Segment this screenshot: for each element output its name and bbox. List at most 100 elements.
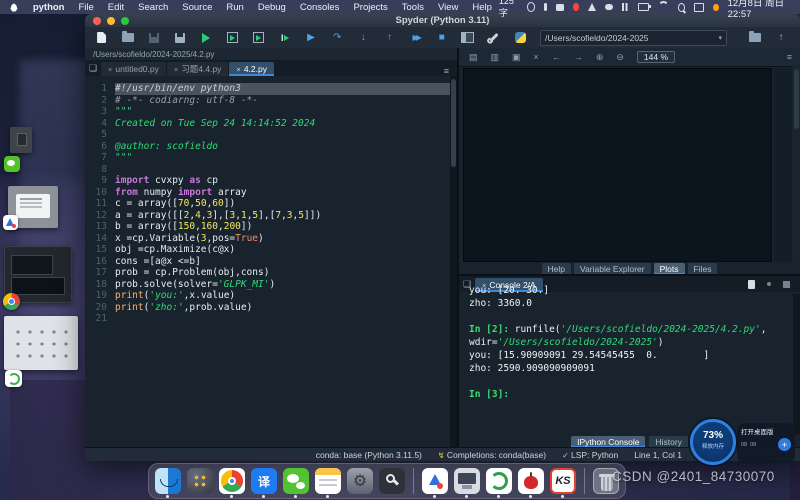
working-directory-select[interactable]: /Users/scofieldo/2024-2025 ▾ — [540, 30, 727, 46]
window-thumbnail-grid[interactable] — [4, 316, 78, 370]
dock-chrome-icon[interactable] — [219, 468, 245, 494]
open-desktop-label[interactable]: 打开桌面版 — [741, 426, 791, 436]
code-line[interactable]: 8 — [85, 164, 450, 176]
code-line[interactable]: 18prob.solve(solver='GLPK_MI') — [85, 279, 450, 291]
code-line[interactable]: 19print('you:',x.value) — [85, 290, 450, 302]
dock-passwords-icon[interactable] — [379, 468, 405, 494]
dock-preview-app-icon[interactable] — [454, 468, 480, 494]
code-line[interactable]: 4Created on Tue Sep 24 14:14:52 2024 — [85, 118, 450, 130]
run-cell-advance-button[interactable] — [252, 31, 265, 45]
csdn-floating-panel[interactable]: 打开桌面版 08 08 + — [737, 423, 795, 463]
code-line[interactable]: 10from numpy import array — [85, 187, 450, 199]
dock-notes-icon[interactable] — [315, 468, 341, 494]
browse-directory-button[interactable] — [748, 31, 762, 45]
dock-apple-app-icon[interactable] — [518, 468, 544, 494]
code-line[interactable]: 7""" — [85, 152, 450, 164]
console-scrollbar[interactable] — [793, 294, 800, 435]
dock-ring-app-icon[interactable] — [486, 468, 512, 494]
dock-system-settings-icon[interactable]: ⚙ — [347, 468, 373, 494]
display-icon[interactable] — [694, 3, 704, 12]
new-file-button[interactable] — [95, 31, 108, 45]
editor-scrollbar[interactable] — [450, 76, 457, 448]
memory-cleaner-widget[interactable]: 73% 释放内存 — [690, 419, 736, 465]
menu-clock[interactable]: 12月8日 周日 22:57 — [728, 0, 792, 20]
continue-button[interactable]: ▶▶ — [409, 31, 422, 45]
screen-mirroring-icon[interactable] — [527, 2, 535, 12]
code-line[interactable]: 17prob = cp.Problem(obj,cons) — [85, 267, 450, 279]
tab-options-menu-icon[interactable]: ≡ — [444, 66, 457, 76]
tab-习题4.4.py[interactable]: ×习题4.4.py — [167, 62, 229, 76]
previous-plot-icon[interactable]: ← — [552, 52, 561, 62]
step-over-button[interactable]: ↷ — [331, 31, 344, 45]
completions-status[interactable]: Completions: conda(base) — [447, 450, 546, 460]
browse-tabs-icon[interactable]: ❏ — [85, 60, 101, 76]
python-env-button[interactable] — [514, 31, 527, 45]
tab-4.2.py[interactable]: ×4.2.py — [229, 62, 274, 76]
vpn-app-icon[interactable] — [588, 3, 596, 11]
code-line[interactable]: 3""" — [85, 106, 450, 118]
code-line[interactable]: 11c = array([70,50,60]) — [85, 198, 450, 210]
spotlight-icon[interactable] — [678, 3, 685, 12]
run-selection-button[interactable]: I — [278, 31, 291, 45]
code-editor[interactable]: 1#!/usr/bin/env python32# -*- codiarng: … — [85, 76, 450, 448]
wifi-icon[interactable] — [658, 1, 669, 13]
step-out-button[interactable]: ↑ — [383, 31, 396, 45]
console-tab-ipython-console[interactable]: IPython Console — [571, 436, 645, 448]
menu-consoles[interactable]: Consoles — [293, 2, 347, 13]
close-tab-icon[interactable]: × — [108, 65, 112, 74]
code-line[interactable]: 2# -*- codiarng: utf-8 -*- — [85, 95, 450, 107]
keyboard-icon[interactable] — [556, 4, 564, 11]
console-tab-history[interactable]: History — [649, 436, 687, 448]
plots-scrollbar[interactable] — [793, 66, 800, 262]
menu-python[interactable]: python — [26, 2, 72, 13]
dock-wechat-icon[interactable] — [283, 468, 309, 494]
cloud-icon[interactable] — [605, 4, 614, 10]
battery-icon[interactable] — [638, 3, 649, 11]
preferences-wrench-button[interactable] — [488, 31, 501, 45]
menu-run[interactable]: Run — [219, 2, 250, 13]
remove-plot-icon[interactable]: × — [534, 52, 539, 62]
parent-directory-button[interactable]: ↑ — [774, 31, 788, 45]
stage-manager-icon[interactable] — [622, 3, 629, 11]
copy-plot-icon[interactable]: ▣ — [512, 52, 521, 63]
code-line[interactable]: 5 — [85, 129, 450, 141]
save-plot-icon[interactable]: ▤ — [469, 52, 478, 63]
dock-finder-icon[interactable] — [155, 468, 181, 494]
code-line[interactable]: 15obj =cp.Maximize(c@x) — [85, 244, 450, 256]
conda-env-status[interactable]: conda: base (Python 3.11.5) — [316, 450, 422, 460]
microphone-icon[interactable] — [544, 3, 547, 11]
menu-file[interactable]: File — [71, 2, 100, 13]
record-indicator-icon[interactable] — [573, 3, 579, 11]
save-all-plots-icon[interactable]: ▥ — [491, 52, 500, 63]
dock-kuaishou-icon[interactable]: KS — [550, 468, 576, 494]
next-plot-icon[interactable]: → — [574, 52, 583, 62]
code-line[interactable]: 13b = array([150,160,200]) — [85, 221, 450, 233]
menu-tools[interactable]: Tools — [395, 2, 431, 13]
menu-search[interactable]: Search — [131, 2, 175, 13]
code-line[interactable]: 16cons =[a@x <=b] — [85, 256, 450, 268]
close-tab-icon[interactable]: × — [174, 65, 178, 74]
apple-menu-icon[interactable] — [10, 3, 18, 12]
dock-knot-app-icon[interactable] — [422, 468, 448, 494]
code-line[interactable]: 20print('zho:',prob.value) — [85, 302, 450, 314]
window-thumbnail-wechat[interactable] — [10, 127, 32, 153]
save-button[interactable] — [147, 31, 160, 45]
save-all-button[interactable] — [174, 31, 187, 45]
console-output[interactable]: you: [20. 30.]zho: 3360.0 In [2]: runfil… — [459, 278, 793, 435]
menu-source[interactable]: Source — [175, 2, 219, 13]
code-line[interactable]: 12a = array([[2,4,3],[3,1,5],[7,3,5]]) — [85, 210, 450, 222]
code-line[interactable]: 14x =cp.Variable(3,pos=True) — [85, 233, 450, 245]
menu-view[interactable]: View — [431, 2, 465, 13]
dock-translate-icon[interactable]: 译 — [251, 468, 277, 494]
code-line[interactable]: 21 — [85, 313, 450, 325]
dock-launchpad-icon[interactable] — [187, 468, 213, 494]
layout-panes-button[interactable] — [461, 31, 474, 45]
menu-projects[interactable]: Projects — [346, 2, 394, 13]
code-line[interactable]: 1#!/usr/bin/env python3 — [85, 83, 450, 95]
stop-button[interactable]: ■ — [435, 31, 448, 45]
tab-untitled0.py[interactable]: ×untitled0.py — [101, 62, 166, 76]
menu-help[interactable]: Help — [465, 2, 499, 13]
add-button[interactable]: + — [778, 438, 791, 451]
code-line[interactable]: 6@author: scofieldo — [85, 141, 450, 153]
plot-thumbnails-sidebar[interactable] — [774, 68, 792, 262]
